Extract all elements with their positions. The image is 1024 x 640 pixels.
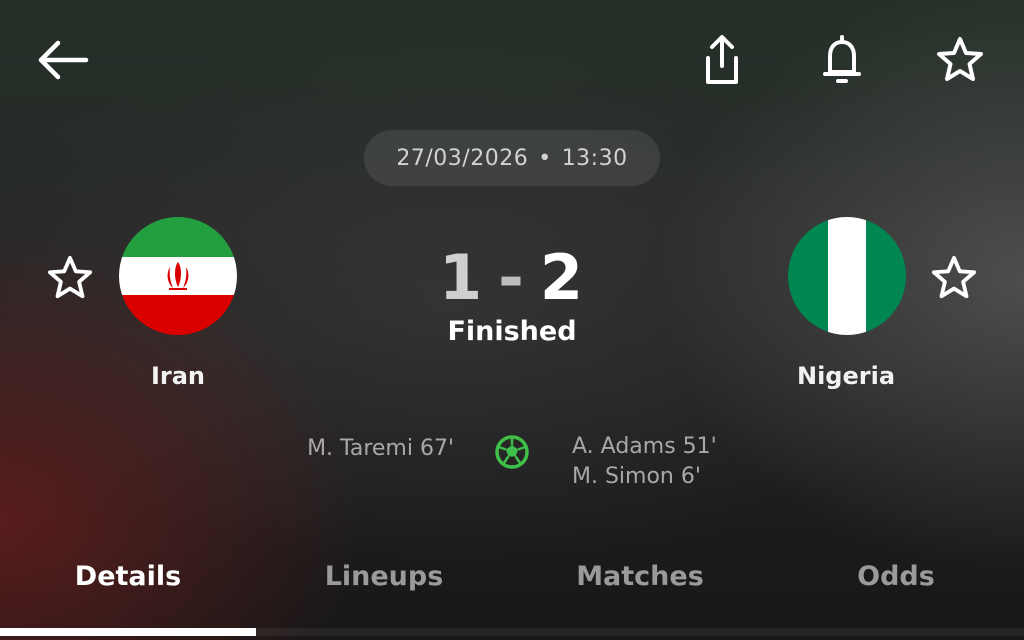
away-scorers: A. Adams 51' M. Simon 6'	[572, 434, 717, 496]
score-separator: -	[498, 241, 526, 314]
notifications-button[interactable]	[812, 30, 872, 90]
active-tab-indicator	[0, 628, 256, 636]
soccer-ball-icon	[493, 433, 531, 471]
away-score: 2	[539, 241, 585, 314]
home-team-name[interactable]: Iran	[78, 362, 278, 390]
home-score: 1	[438, 241, 485, 314]
match-screen: 27/03/2026 • 13:30 Iran 1-2 Finished Nig…	[0, 0, 1024, 640]
nigeria-flag[interactable]	[788, 217, 906, 335]
home-scorers: M. Taremi 67'	[307, 436, 454, 461]
tab-details[interactable]: Details	[0, 545, 256, 640]
back-arrow-icon	[38, 40, 89, 80]
scorer-entry: M. Simon 6'	[572, 464, 701, 489]
favorite-match-button[interactable]	[930, 30, 990, 90]
favorite-home-team-button[interactable]	[44, 252, 96, 304]
star-icon	[937, 37, 983, 81]
match-score: 1-2	[362, 238, 662, 318]
tab-matches[interactable]: Matches	[512, 545, 768, 640]
datetime-separator: •	[538, 145, 552, 171]
tab-odds[interactable]: Odds	[768, 545, 1024, 640]
scorer-entry: M. Taremi 67'	[307, 436, 454, 461]
iran-flag[interactable]	[119, 217, 237, 335]
match-tabs: Details Lineups Matches Odds	[0, 545, 1024, 640]
match-date: 27/03/2026	[396, 145, 529, 171]
match-datetime: 27/03/2026 • 13:30	[364, 130, 660, 186]
share-button[interactable]	[692, 30, 752, 90]
star-icon	[931, 255, 977, 299]
share-icon	[706, 35, 738, 84]
star-icon	[47, 255, 93, 299]
tab-lineups[interactable]: Lineups	[256, 545, 512, 640]
favorite-away-team-button[interactable]	[928, 252, 980, 304]
match-status: Finished	[447, 316, 577, 347]
back-button[interactable]	[30, 32, 94, 88]
match-time: 13:30	[561, 145, 628, 171]
bell-icon	[823, 35, 861, 83]
away-team-name[interactable]: Nigeria	[746, 362, 946, 390]
